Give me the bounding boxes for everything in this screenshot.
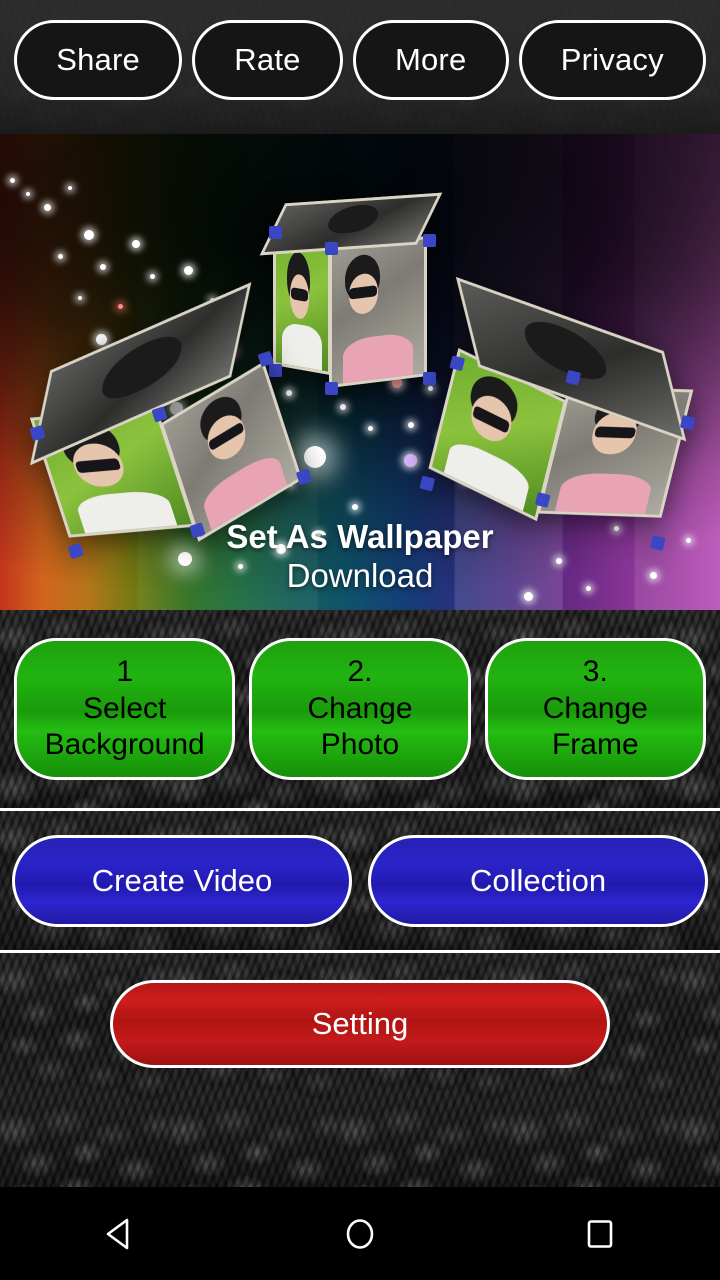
step-label-line2: Frame — [551, 728, 639, 762]
nav-home-button[interactable] — [300, 1187, 420, 1280]
step-number: 1 — [116, 655, 133, 689]
step-number: 3. — [582, 655, 608, 689]
collection-button[interactable]: Collection — [368, 834, 708, 927]
media-buttons-section: Create Video Collection — [0, 811, 720, 950]
cube-photo-top — [264, 195, 438, 253]
step-number: 2. — [347, 655, 373, 689]
more-button[interactable]: More — [352, 20, 509, 100]
cube-face-right — [329, 235, 427, 389]
rate-button[interactable]: Rate — [192, 20, 343, 100]
set-as-wallpaper-label[interactable]: Set As Wallpaper — [0, 518, 720, 557]
home-circle-icon — [346, 1218, 374, 1249]
share-button[interactable]: Share — [14, 20, 183, 100]
recents-square-icon — [587, 1219, 613, 1248]
photo-cube-top — [259, 192, 455, 395]
step-label-line1: Select — [82, 691, 167, 725]
download-label[interactable]: Download — [0, 557, 720, 596]
back-triangle-icon — [106, 1218, 129, 1249]
nav-recents-button[interactable] — [540, 1187, 660, 1280]
preview-overlay-text[interactable]: Set As Wallpaper Download — [0, 518, 720, 596]
select-background-button[interactable]: 1 Select Background — [14, 638, 236, 780]
create-video-button[interactable]: Create Video — [12, 834, 352, 927]
change-photo-button[interactable]: 2. Change Photo — [249, 638, 471, 780]
app-root: Share Rate More Privacy Set As Wallpaper… — [0, 0, 720, 1280]
step-label-line1: Change — [542, 691, 648, 725]
step-label-line1: Change — [307, 691, 413, 725]
privacy-button[interactable]: Privacy — [518, 20, 706, 100]
nav-back-button[interactable] — [60, 1187, 180, 1280]
step-label-line2: Background — [44, 728, 205, 762]
setting-button[interactable]: Setting — [110, 980, 610, 1068]
wallpaper-preview[interactable]: Set As Wallpaper Download — [0, 134, 720, 610]
step-buttons-section: 1 Select Background 2. Change Photo 3. C… — [0, 610, 720, 808]
top-action-bar: Share Rate More Privacy — [0, 0, 720, 134]
change-frame-button[interactable]: 3. Change Frame — [484, 638, 706, 780]
android-navigation-bar — [0, 1187, 720, 1280]
cube-photo-gravel — [332, 239, 424, 385]
step-label-line2: Photo — [320, 728, 400, 762]
setting-section: Setting — [0, 953, 720, 1187]
